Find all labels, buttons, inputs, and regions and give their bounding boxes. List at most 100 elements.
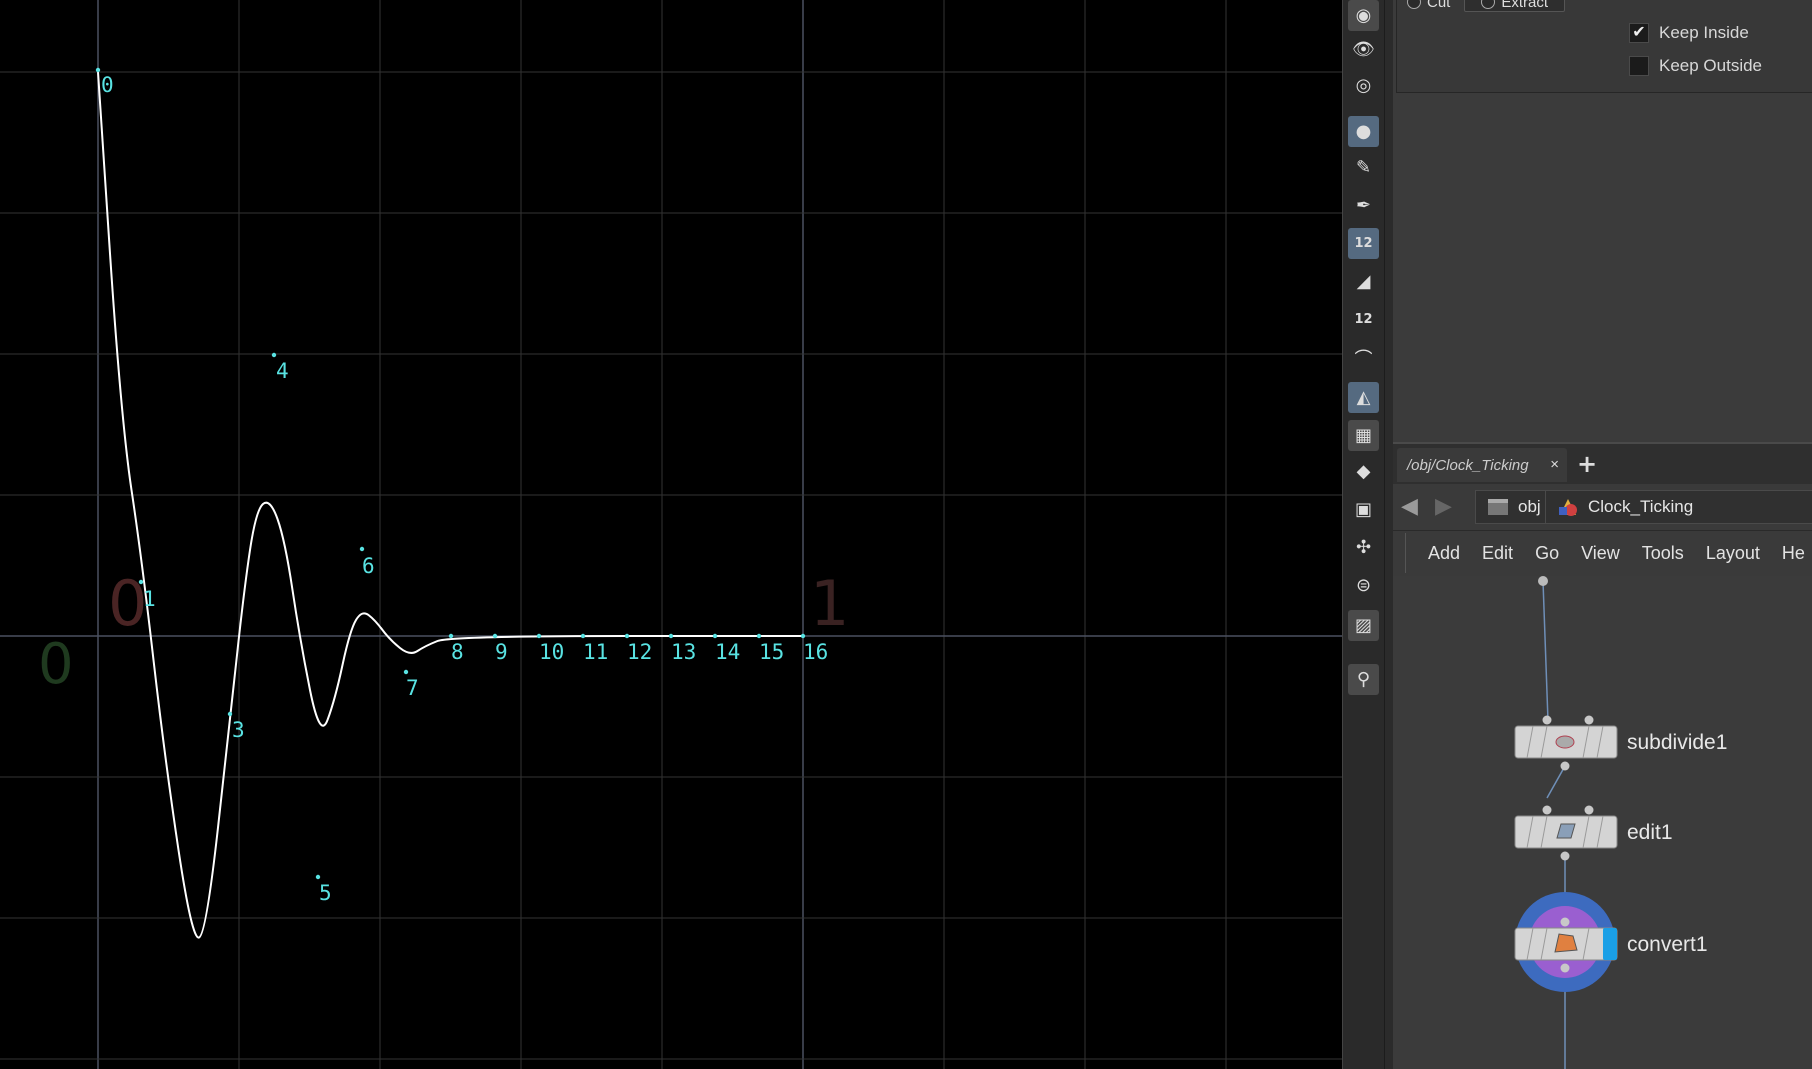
point-number-label: 8: [451, 640, 464, 664]
shaded-icon[interactable]: ◭: [1348, 382, 1379, 413]
point-number-label: 14: [715, 640, 740, 664]
node-subdivide1[interactable]: subdivide1: [1514, 715, 1727, 771]
control-point[interactable]: [271, 352, 277, 358]
background-icon[interactable]: ▨: [1348, 610, 1379, 641]
back-arrow-icon[interactable]: ◀: [1401, 494, 1418, 519]
view-icon[interactable]: 👁: [1348, 34, 1379, 65]
control-point[interactable]: [624, 633, 630, 639]
radio-cut-label: Cut: [1427, 0, 1451, 11]
axis-labels: 0 0 1: [38, 567, 849, 697]
close-icon[interactable]: ×: [1550, 456, 1559, 473]
control-point[interactable]: [448, 633, 454, 639]
input-connector[interactable]: [1584, 805, 1594, 815]
menu-go[interactable]: Go: [1535, 543, 1559, 564]
mode-radio-group: Cut Extract: [1407, 0, 1566, 12]
radio-cut[interactable]: Cut: [1407, 0, 1450, 12]
check-icon: ✔: [1629, 23, 1649, 43]
control-point[interactable]: [227, 711, 233, 717]
network-tab-bar: /obj/Clock_Ticking × +: [1393, 442, 1812, 486]
tab-clock-ticking[interactable]: /obj/Clock_Ticking ×: [1397, 448, 1567, 482]
point-icon[interactable]: ●: [1348, 116, 1379, 147]
point-number-label: 13: [671, 640, 696, 664]
viewport[interactable]: 0 0 1 0 1 3 4 5 6 7 8 9 10 11 12 13 14 15 16: [0, 0, 1342, 1069]
keep-inside-checkbox[interactable]: ✔ Keep Inside: [1629, 22, 1749, 44]
object-select-icon[interactable]: ◉: [1348, 0, 1379, 31]
uv-icon[interactable]: ▣: [1348, 494, 1379, 525]
point-number-label: 16: [803, 640, 828, 664]
menu-view[interactable]: View: [1581, 543, 1620, 564]
viewport-canvas[interactable]: 0 0 1 01345678 9 10 11 12 13 14 15 16: [0, 0, 1342, 1069]
menu-add[interactable]: Add: [1428, 543, 1460, 564]
checker-icon[interactable]: ▦: [1348, 420, 1379, 451]
control-point[interactable]: [403, 669, 409, 675]
input-connector[interactable]: [1542, 715, 1552, 725]
viewport-toolbar: ◉ 👁 ◎ ● ✎ ✒ 12 ◢ 12 ⌒ ◭ ▦ ◆ ▣ ✣ ⊜ ▨ ⚲: [1342, 0, 1386, 1069]
control-point[interactable]: [359, 546, 365, 552]
control-point[interactable]: [756, 633, 762, 639]
x-axis-label-1: 1: [810, 567, 849, 640]
control-point[interactable]: [712, 633, 718, 639]
brush-icon[interactable]: ✎: [1348, 152, 1379, 183]
input-connector[interactable]: [1560, 917, 1570, 927]
convert-icon: [1554, 933, 1578, 953]
paint-icon[interactable]: ◢: [1348, 266, 1379, 297]
layout-icon[interactable]: ⊜: [1348, 570, 1379, 601]
keep-outside-checkbox[interactable]: Keep Outside: [1629, 55, 1762, 77]
control-point[interactable]: [492, 633, 498, 639]
point-number-label: 6: [362, 554, 375, 578]
node-label: subdivide1: [1627, 731, 1727, 754]
control-point[interactable]: [138, 579, 144, 585]
radio-dot-icon: [1481, 0, 1496, 9]
point-number-label: 0: [101, 73, 114, 97]
breadcrumb-clock-ticking-label: Clock_Ticking: [1588, 497, 1694, 516]
camera-view-icon[interactable]: ◎: [1348, 70, 1379, 101]
menu-edit[interactable]: Edit: [1482, 543, 1513, 564]
point-number-label: 9: [495, 640, 508, 664]
point-number-label: 15: [759, 640, 784, 664]
menu-tools[interactable]: Tools: [1642, 543, 1684, 564]
output-connector[interactable]: [1560, 851, 1570, 861]
control-point[interactable]: [668, 633, 674, 639]
curve: [97, 71, 803, 939]
input-connector[interactable]: [1542, 805, 1552, 815]
control-point[interactable]: [800, 633, 806, 639]
point-number-label: 4: [276, 359, 289, 383]
primitive-numbers-icon[interactable]: 12: [1348, 304, 1379, 335]
node-convert1[interactable]: convert1: [1514, 892, 1708, 992]
radio-extract-label: Extract: [1501, 0, 1549, 11]
parameter-group: Cut Extract ✔ Keep Inside Keep Outside: [1396, 0, 1812, 93]
menu-help[interactable]: He: [1782, 543, 1805, 564]
display-flag[interactable]: [1603, 928, 1617, 960]
breadcrumb-clock-ticking[interactable]: Clock_Ticking: [1545, 490, 1812, 524]
forward-arrow-icon[interactable]: ▶: [1435, 494, 1452, 519]
output-connector[interactable]: [1560, 963, 1570, 973]
point-number-label: 5: [319, 881, 332, 905]
control-point[interactable]: [580, 633, 586, 639]
menu-grip[interactable]: [1395, 533, 1406, 573]
y-axis-origin-label: 0: [38, 632, 74, 697]
radio-extract[interactable]: Extract: [1464, 0, 1566, 12]
node-edit1[interactable]: edit1: [1514, 805, 1673, 861]
network-pane: /obj/Clock_Ticking × + ◀ ▶ obj Clock_Tic…: [1393, 442, 1812, 1069]
point-numbers-icon[interactable]: 12: [1348, 228, 1379, 259]
output-connector[interactable]: [1538, 576, 1548, 586]
pen-icon[interactable]: ✒: [1348, 190, 1379, 221]
network-graph-canvas[interactable]: subdivide1 edit1 convert1: [1393, 576, 1812, 1069]
breadcrumb-obj[interactable]: obj: [1475, 490, 1552, 524]
control-point[interactable]: [536, 633, 542, 639]
tab-label: /obj/Clock_Ticking: [1407, 456, 1529, 474]
diamond-icon[interactable]: ◆: [1348, 456, 1379, 487]
wire: [1546, 765, 1566, 799]
curve-icon[interactable]: ⌒: [1348, 342, 1379, 373]
control-point[interactable]: [315, 874, 321, 880]
point-number-label: 11: [583, 640, 608, 664]
subdivide-icon: [1555, 735, 1575, 749]
menu-layout[interactable]: Layout: [1706, 543, 1760, 564]
add-tab-icon[interactable]: +: [1577, 450, 1597, 478]
network-graph[interactable]: subdivide1 edit1 convert1: [1393, 576, 1812, 1069]
axis-icon[interactable]: ✣: [1348, 532, 1379, 563]
control-point[interactable]: [95, 67, 101, 73]
pin-icon[interactable]: ⚲: [1348, 664, 1379, 695]
input-connector[interactable]: [1584, 715, 1594, 725]
output-connector[interactable]: [1560, 761, 1570, 771]
